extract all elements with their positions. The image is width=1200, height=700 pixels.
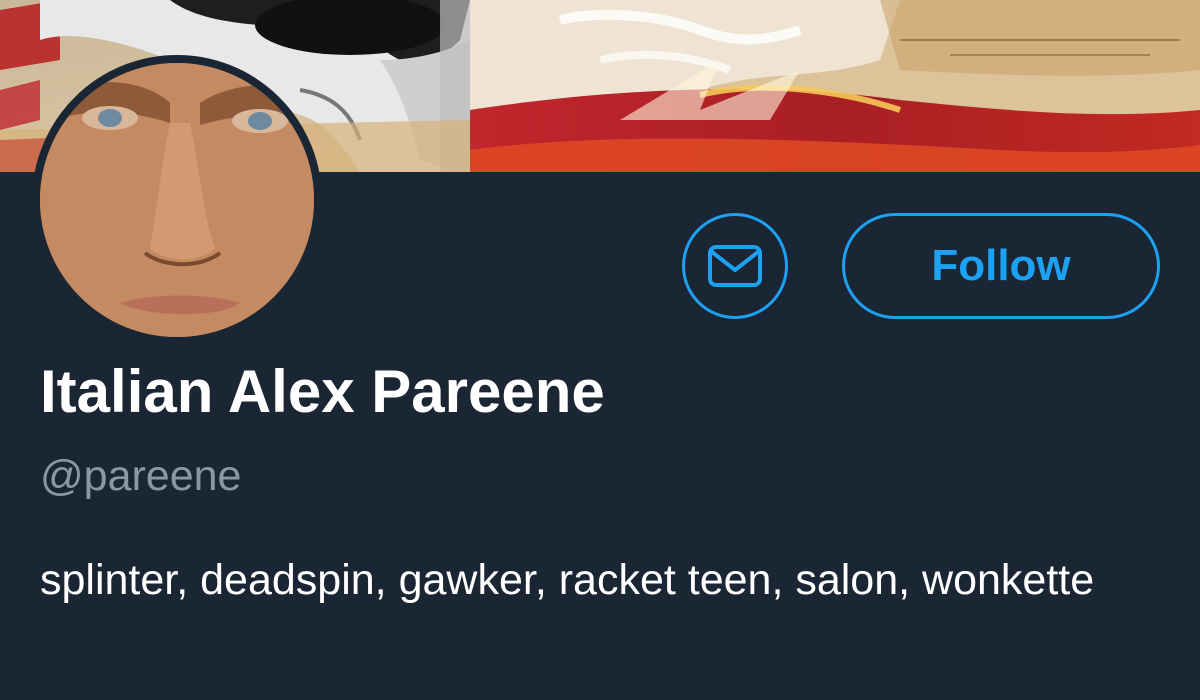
avatar[interactable] xyxy=(32,55,322,345)
display-name: Italian Alex Pareene xyxy=(40,358,605,425)
profile-bio: splinter, deadspin, gawker, racket teen,… xyxy=(40,556,1095,604)
message-button[interactable] xyxy=(682,213,788,319)
envelope-icon xyxy=(708,245,762,287)
follow-button[interactable]: Follow xyxy=(842,213,1160,319)
profile-header: Follow Italian Alex Pareene @pareene spl… xyxy=(0,0,1200,700)
follow-button-label: Follow xyxy=(931,241,1071,290)
username-handle: @pareene xyxy=(40,452,242,500)
